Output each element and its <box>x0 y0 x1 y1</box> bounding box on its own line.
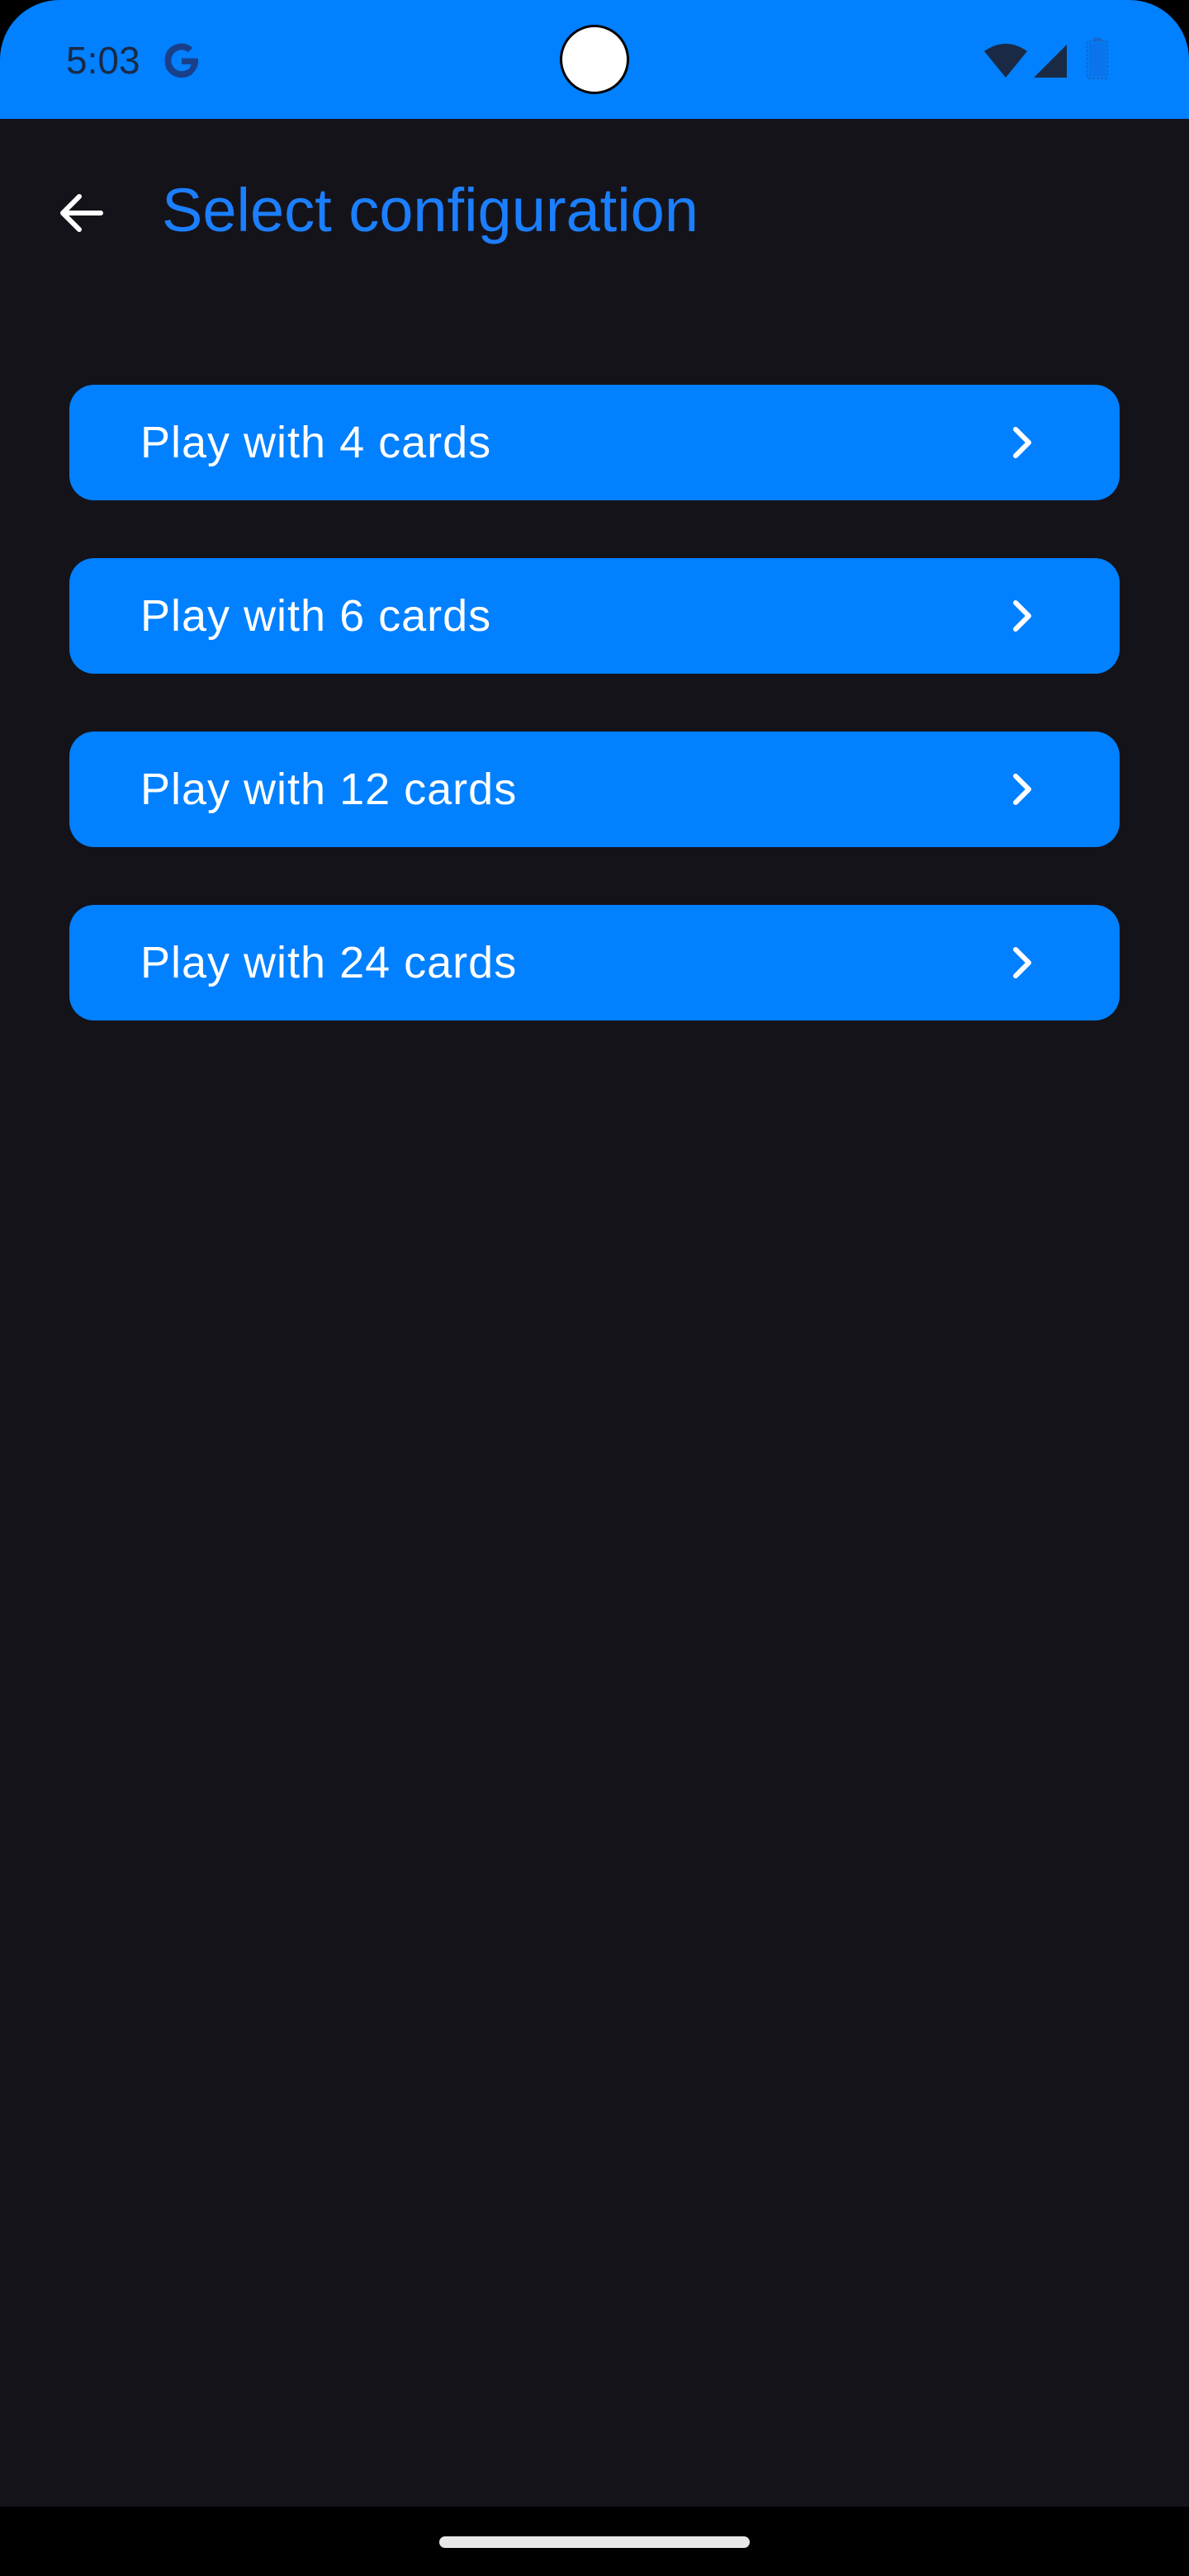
chevron-right-icon <box>1013 774 1031 805</box>
navigation-bar <box>0 2507 1189 2576</box>
option-label: Play with 6 cards <box>140 591 492 641</box>
home-indicator[interactable] <box>439 2536 750 2548</box>
status-bar: 5:03 <box>0 0 1189 119</box>
status-time: 5:03 <box>66 39 140 82</box>
camera-cutout <box>560 25 629 94</box>
option-12-cards[interactable]: Play with 12 cards <box>69 732 1120 847</box>
arrow-back-icon <box>60 194 103 232</box>
back-button[interactable] <box>46 178 116 248</box>
option-4-cards[interactable]: Play with 4 cards <box>69 385 1120 500</box>
page-title: Select configuration <box>162 176 699 244</box>
wifi-icon <box>984 44 1027 78</box>
option-6-cards[interactable]: Play with 6 cards <box>69 558 1120 674</box>
chevron-right-icon <box>1013 427 1031 458</box>
configuration-list: Play with 4 cards Play with 6 cards Play… <box>69 385 1120 1078</box>
chevron-right-icon <box>1013 947 1031 978</box>
option-24-cards[interactable]: Play with 24 cards <box>69 905 1120 1020</box>
battery-icon <box>1087 38 1108 79</box>
app-bar: Select configuration <box>0 119 1189 304</box>
cell-signal-icon <box>1034 45 1067 78</box>
option-label: Play with 4 cards <box>140 418 492 467</box>
option-label: Play with 24 cards <box>140 938 518 987</box>
chevron-right-icon <box>1013 600 1031 632</box>
app-screen: 5:03 Select configuration Play with 4 ca… <box>0 0 1189 2576</box>
google-g-icon <box>164 43 198 78</box>
option-label: Play with 12 cards <box>140 765 518 814</box>
